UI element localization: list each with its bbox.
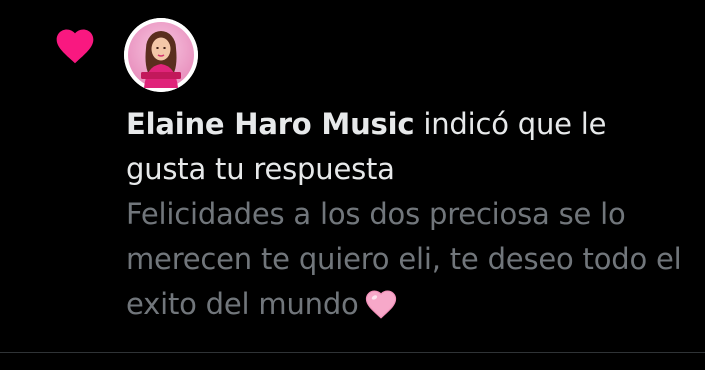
notification-headline: Elaine Haro Music indicó que le gusta tu… — [126, 102, 686, 192]
username-link[interactable]: Elaine Haro Music — [126, 107, 415, 141]
divider — [0, 352, 705, 353]
notification-text: Elaine Haro Music indicó que le gusta tu… — [126, 102, 686, 327]
like-notification[interactable]: Elaine Haro Music indicó que le gusta tu… — [0, 0, 705, 352]
pink-heart-icon — [365, 290, 396, 319]
heart-icon — [56, 29, 94, 64]
avatar[interactable] — [124, 18, 198, 92]
reply-preview: Felicidades a los dos preciosa se lo mer… — [126, 192, 686, 327]
reply-text: Felicidades a los dos preciosa se lo mer… — [126, 197, 682, 321]
